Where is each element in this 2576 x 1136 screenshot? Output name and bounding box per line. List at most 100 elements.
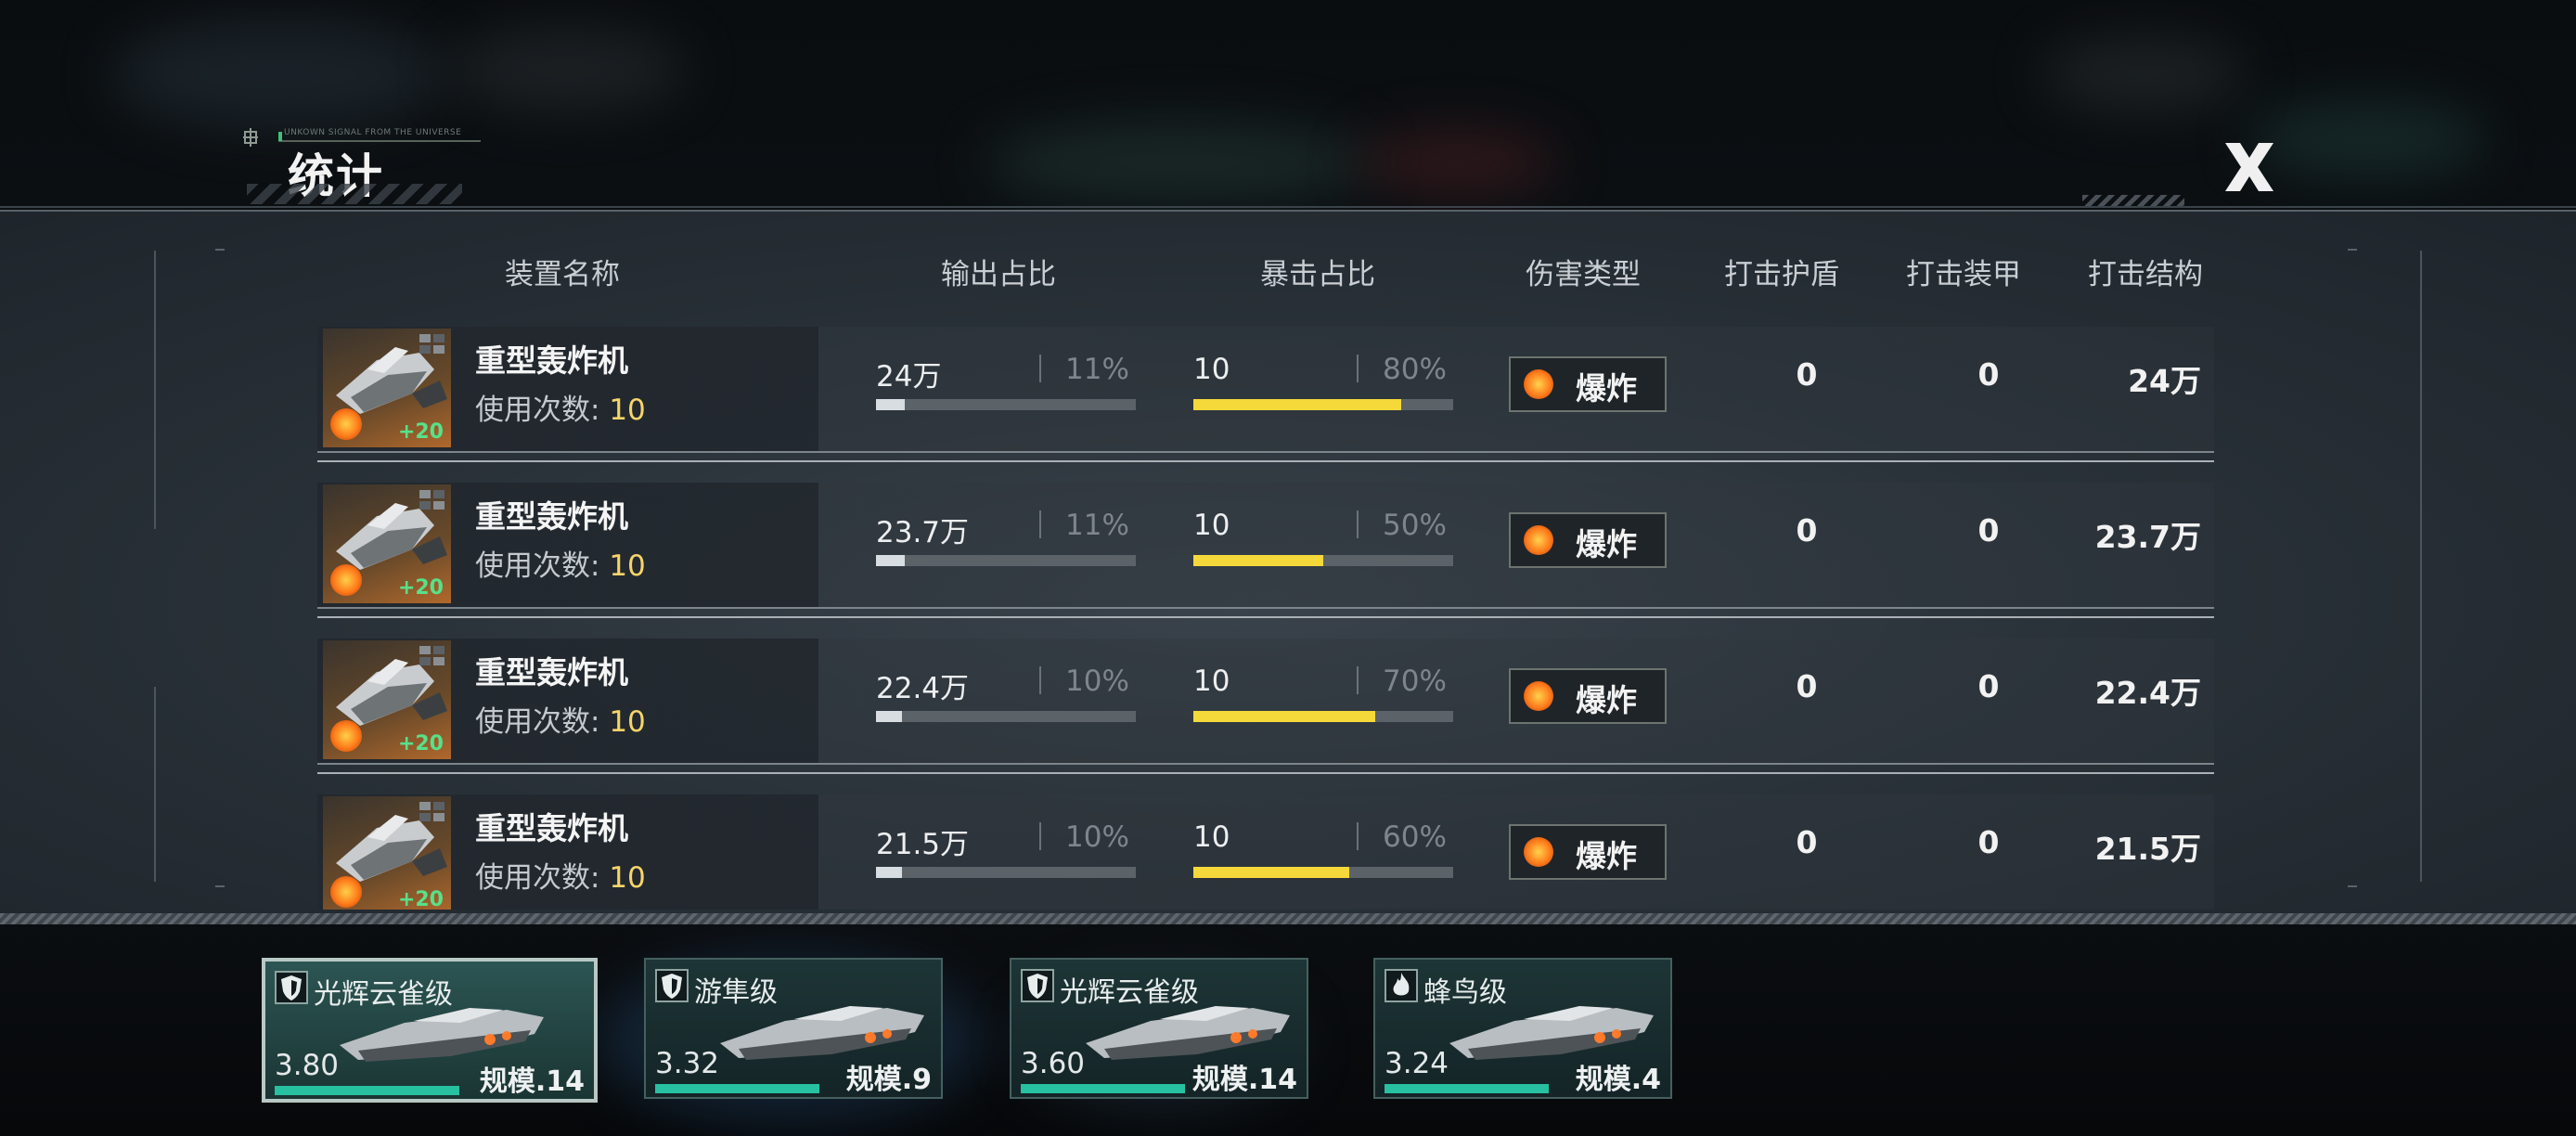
divider <box>1039 510 1041 538</box>
device-thumbnail[interactable]: +20 <box>323 484 451 603</box>
flame-icon <box>1385 969 1418 1002</box>
level-bonus: +20 <box>398 576 444 600</box>
header-subtitle: UNKOWN SIGNAL FROM THE UNIVERSE <box>284 128 461 137</box>
output-bar-fill <box>876 399 905 410</box>
shield-hit-value: 0 <box>1784 512 1830 549</box>
crit-percent: 70% <box>1383 665 1447 698</box>
usage-count: 使用次数: 10 <box>475 698 646 740</box>
explosion-icon <box>1524 369 1553 399</box>
output-bar-track <box>876 399 1136 410</box>
divider <box>1039 822 1041 850</box>
corner-tick <box>215 885 225 887</box>
output-percent: 10% <box>1065 820 1129 854</box>
ship-power-bar <box>655 1084 819 1093</box>
damage-type-badge[interactable]: 爆炸 <box>1509 668 1667 724</box>
row-divider <box>317 772 2214 774</box>
ship-power: 3.60 <box>1021 1047 1085 1080</box>
damage-type-label: 爆炸 <box>1576 520 1637 564</box>
ship-scale: 规模.9 <box>846 1056 932 1097</box>
ship-power: 3.80 <box>275 1049 339 1082</box>
divider <box>1039 355 1041 382</box>
divider <box>1357 822 1359 850</box>
crit-value: 10 <box>1193 820 1230 854</box>
explosion-icon <box>330 564 362 596</box>
output-bar-track <box>876 711 1136 722</box>
damage-type-badge[interactable]: 爆炸 <box>1509 512 1667 568</box>
ship-scale: 规模.14 <box>480 1058 585 1099</box>
output-value: 24万 <box>876 353 941 394</box>
device-name: 重型轰炸机 <box>475 336 628 381</box>
shield-hit-value: 0 <box>1784 824 1830 860</box>
usage-number: 10 <box>609 861 645 895</box>
damage-type-label: 爆炸 <box>1576 832 1637 876</box>
close-x-icon[interactable] <box>2220 137 2279 197</box>
divider <box>1357 666 1359 694</box>
damage-type-badge[interactable]: 爆炸 <box>1509 356 1667 412</box>
corner-tick <box>2348 885 2357 887</box>
ship-power-bar <box>1385 1084 1549 1093</box>
ship-power-bar <box>1021 1084 1185 1093</box>
row-divider <box>317 607 2214 609</box>
rarity-corner-icon <box>419 646 445 666</box>
table-row[interactable]: +20 重型轰炸机 使用次数: 10 21.5万 10% 10 60% 爆炸 0… <box>317 794 2214 910</box>
ship-scale: 规模.14 <box>1192 1056 1297 1097</box>
device-thumbnail[interactable]: +20 <box>323 329 451 447</box>
left-side-line-lower <box>154 687 156 882</box>
armor-hit-value: 0 <box>1965 356 2012 393</box>
column-header-damage-type: 伤害类型 <box>1503 251 1663 292</box>
device-thumbnail[interactable]: +20 <box>323 796 451 910</box>
crit-bar-track <box>1193 711 1453 722</box>
explosion-icon <box>330 408 362 440</box>
structure-hit-value: 24万 <box>2034 356 2201 401</box>
column-header-output: 输出占比 <box>919 251 1078 292</box>
shield-hit-value: 0 <box>1784 668 1830 704</box>
table-row[interactable]: +20 重型轰炸机 使用次数: 10 22.4万 10% 10 70% 爆炸 0… <box>317 639 2214 787</box>
crit-percent: 80% <box>1383 353 1447 386</box>
divider <box>1039 666 1041 694</box>
device-table[interactable]: +20 重型轰炸机 使用次数: 10 24万 11% 10 80% 爆炸 0 0… <box>317 327 2214 910</box>
left-side-line <box>154 251 156 529</box>
usage-count: 使用次数: 10 <box>475 542 646 584</box>
device-name: 重型轰炸机 <box>475 648 628 692</box>
ship-card[interactable]: 光辉云雀级 3.60 规模.14 <box>1010 958 1308 1099</box>
header-stripes-right <box>2082 195 2184 206</box>
damage-type-badge[interactable]: 爆炸 <box>1509 824 1667 880</box>
output-bar-fill <box>876 711 902 722</box>
output-value: 21.5万 <box>876 820 969 862</box>
crit-bar-fill <box>1193 399 1401 410</box>
table-row[interactable]: +20 重型轰炸机 使用次数: 10 23.7万 11% 10 50% 爆炸 0… <box>317 483 2214 631</box>
output-value: 23.7万 <box>876 509 969 550</box>
usage-number: 10 <box>609 549 645 583</box>
divider <box>1357 510 1359 538</box>
column-header-name: 装置名称 <box>483 251 642 292</box>
shield-icon <box>1021 969 1054 1002</box>
panel-top-line <box>0 206 2576 208</box>
output-bar-fill <box>876 555 905 566</box>
rarity-corner-icon <box>419 334 445 355</box>
damage-type-label: 爆炸 <box>1576 364 1637 408</box>
device-thumbnail[interactable]: +20 <box>323 640 451 759</box>
armor-hit-value: 0 <box>1965 512 2012 549</box>
output-percent: 11% <box>1065 509 1129 542</box>
row-divider <box>317 616 2214 618</box>
explosion-icon <box>1524 525 1553 555</box>
ship-card[interactable]: 光辉云雀级 3.80 规模.14 <box>262 958 598 1103</box>
title-stripes <box>247 184 462 204</box>
corner-tick <box>2348 249 2357 251</box>
column-header-structure: 打击结构 <box>2066 251 2225 292</box>
shield-hit-value: 0 <box>1784 356 1830 393</box>
usage-label: 使用次数: <box>475 861 609 895</box>
crit-percent: 60% <box>1383 820 1447 854</box>
ship-card[interactable]: 蜂鸟级 3.24 规模.4 <box>1373 958 1672 1099</box>
ship-power-bar <box>275 1086 459 1095</box>
usage-number: 10 <box>609 705 645 739</box>
explosion-icon <box>330 720 362 752</box>
ship-card[interactable]: 游隼级 3.32 规模.9 <box>644 958 943 1099</box>
table-row[interactable]: +20 重型轰炸机 使用次数: 10 24万 11% 10 80% 爆炸 0 0… <box>317 327 2214 475</box>
output-bar-track <box>876 555 1136 566</box>
row-divider <box>317 451 2214 453</box>
level-bonus: +20 <box>398 420 444 444</box>
output-value: 22.4万 <box>876 665 969 706</box>
row-divider <box>317 763 2214 765</box>
right-side-line <box>2420 251 2422 882</box>
